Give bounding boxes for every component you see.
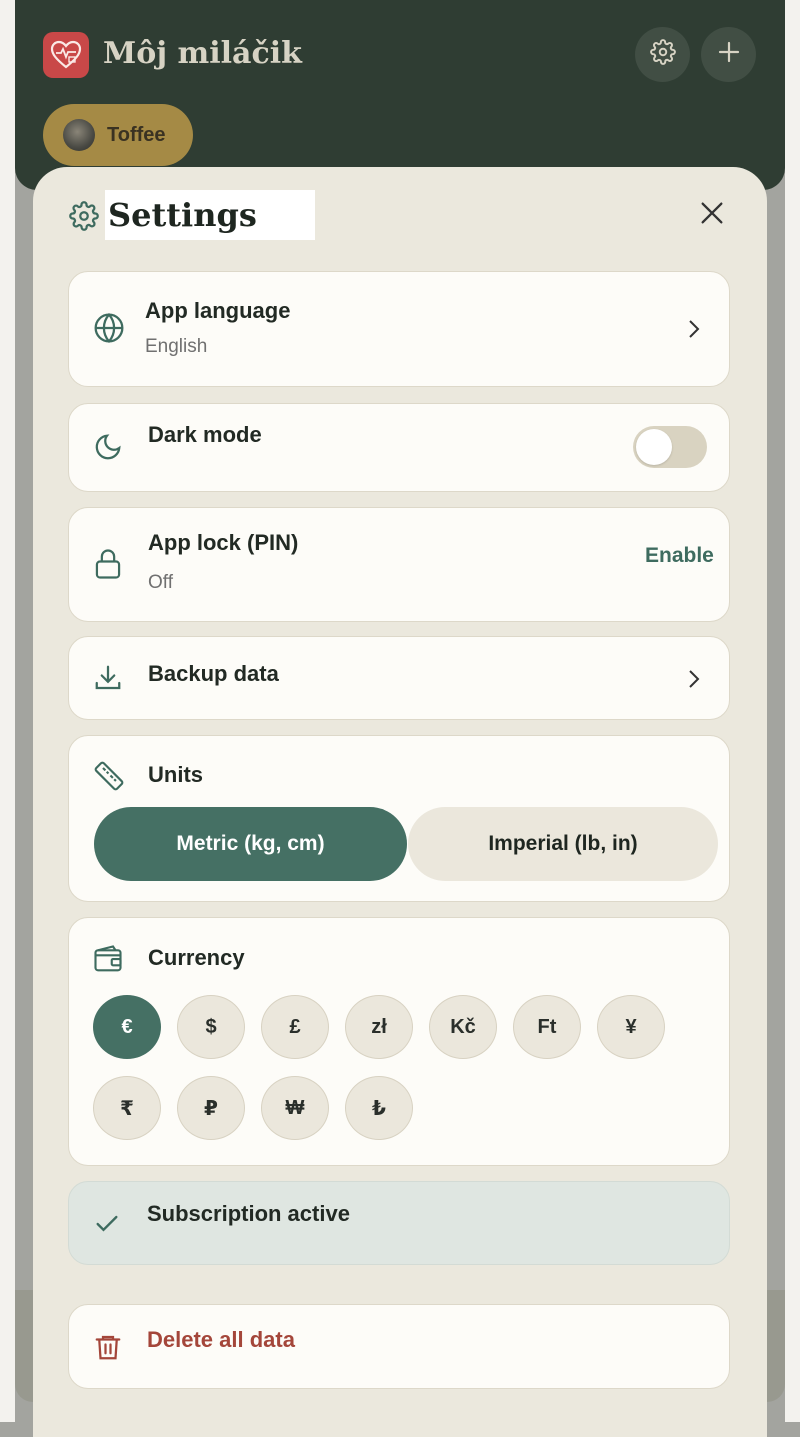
backup-row[interactable]: Backup data xyxy=(68,636,730,720)
lock-icon xyxy=(93,548,123,585)
page-edge-left xyxy=(0,0,15,1422)
settings-sheet: Settings App language English Dark mode … xyxy=(33,167,767,1437)
currency-option-jpy[interactable]: ¥ xyxy=(597,995,665,1059)
ruler-icon xyxy=(93,760,125,797)
app-lock-label: App lock (PIN) xyxy=(148,530,299,555)
units-card: Units Metric (kg, cm) Imperial (lb, in) xyxy=(68,735,730,902)
app-lock-enable-button[interactable]: Enable xyxy=(645,544,714,568)
delete-all-data-button[interactable]: Delete all data xyxy=(68,1304,730,1389)
close-button[interactable] xyxy=(695,198,729,232)
chevron-right-icon xyxy=(687,318,701,345)
currency-option-inr[interactable]: ₹ xyxy=(93,1076,161,1140)
app-header: Môj miláčik Toffee xyxy=(15,0,785,190)
currency-option-try[interactable]: ₺ xyxy=(345,1076,413,1140)
pet-avatar xyxy=(63,119,95,151)
currency-option-rub[interactable]: ₽ xyxy=(177,1076,245,1140)
currency-option-gbp[interactable]: £ xyxy=(261,995,329,1059)
app-lock-row: App lock (PIN) Off Enable xyxy=(68,507,730,622)
subscription-label: Subscription active xyxy=(147,1201,350,1226)
language-value: English xyxy=(145,336,208,357)
language-label: App language xyxy=(145,298,291,323)
units-imperial-option[interactable]: Imperial (lb, in) xyxy=(408,807,718,881)
currency-option-eur[interactable]: € xyxy=(93,995,161,1059)
delete-label: Delete all data xyxy=(147,1327,295,1352)
settings-title: Settings xyxy=(108,196,257,234)
header-add-button[interactable] xyxy=(701,27,756,82)
units-label: Units xyxy=(148,762,203,787)
dark-mode-label: Dark mode xyxy=(148,422,262,447)
units-metric-option[interactable]: Metric (kg, cm) xyxy=(94,807,407,881)
settings-gear-icon xyxy=(69,201,99,236)
currency-option-huf[interactable]: Ft xyxy=(513,995,581,1059)
currency-card: Currency € $ £ zł Kč Ft ¥ ₹ ₽ ₩ ₺ xyxy=(68,917,730,1166)
chevron-right-icon xyxy=(687,668,701,695)
app-lock-status: Off xyxy=(148,572,173,593)
app-title: Môj miláčik xyxy=(103,36,302,71)
header-settings-button[interactable] xyxy=(635,27,690,82)
globe-icon xyxy=(93,312,125,349)
currency-option-usd[interactable]: $ xyxy=(177,995,245,1059)
pet-name: Toffee xyxy=(107,123,166,146)
backup-label: Backup data xyxy=(148,661,279,686)
language-row[interactable]: App language English xyxy=(68,271,730,387)
toggle-knob xyxy=(636,429,672,465)
currency-label: Currency xyxy=(148,945,245,970)
download-icon xyxy=(93,663,123,698)
page-edge-right xyxy=(785,0,800,1422)
close-icon xyxy=(698,199,726,232)
dark-mode-row: Dark mode xyxy=(68,403,730,492)
wallet-icon xyxy=(93,944,123,979)
plus-icon xyxy=(717,40,741,69)
gear-icon xyxy=(649,39,676,70)
currency-option-pln[interactable]: zł xyxy=(345,995,413,1059)
pet-chip-toffee[interactable]: Toffee xyxy=(43,104,193,166)
currency-option-krw[interactable]: ₩ xyxy=(261,1076,329,1140)
app-logo-heart-icon xyxy=(43,32,89,78)
check-icon xyxy=(93,1210,121,1243)
currency-option-czk[interactable]: Kč xyxy=(429,995,497,1059)
dark-mode-toggle[interactable] xyxy=(633,426,707,468)
moon-icon xyxy=(93,432,123,467)
subscription-row: Subscription active xyxy=(68,1181,730,1265)
trash-icon xyxy=(93,1332,123,1367)
